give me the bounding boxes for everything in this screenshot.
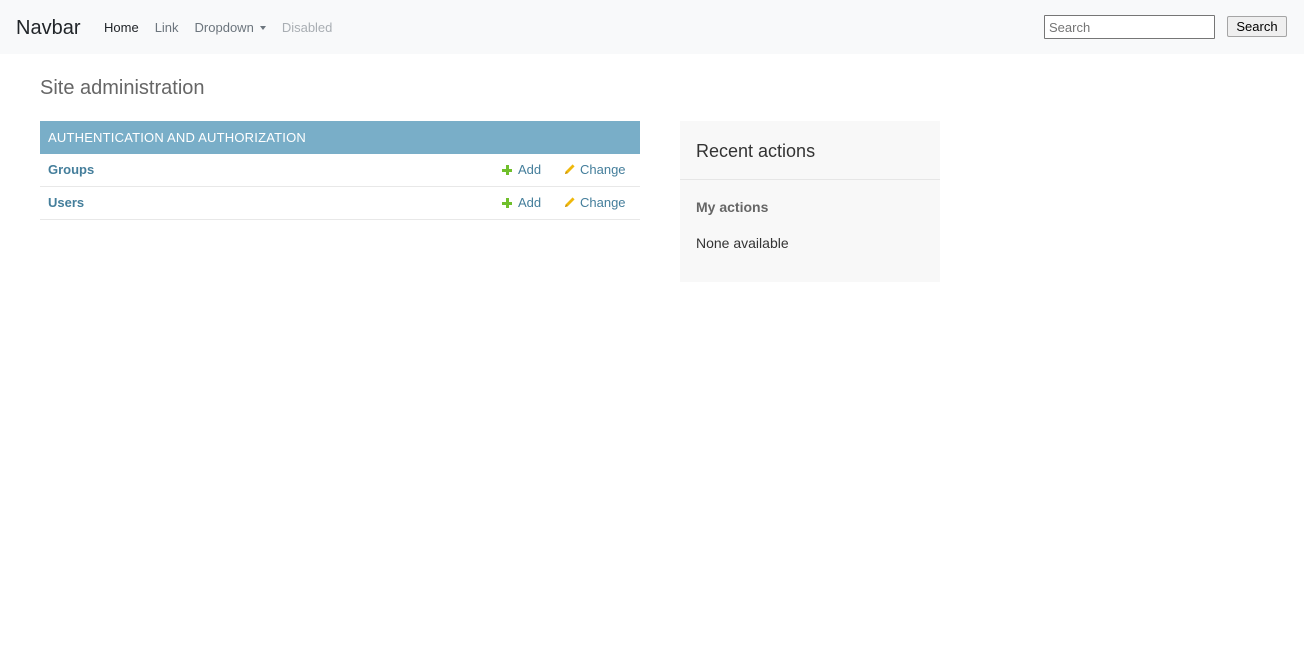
nav-links: Home Link Dropdown Disabled [104, 19, 348, 37]
nav-dropdown-label: Dropdown [194, 20, 254, 35]
change-users-link[interactable]: Change [564, 195, 626, 211]
pencil-icon [565, 197, 575, 207]
change-label: Change [580, 162, 626, 177]
nav-link-home[interactable]: Home [104, 19, 139, 37]
model-row-users: Users Add Change [40, 187, 640, 220]
add-label: Add [518, 162, 542, 177]
navbar-brand[interactable]: Navbar [16, 15, 80, 41]
model-row-groups: Groups Add Change [40, 154, 640, 187]
none-available-text: None available [696, 235, 789, 251]
nav-dropdown-toggle[interactable]: Dropdown [195, 19, 266, 37]
add-label: Add [518, 195, 542, 210]
change-label: Change [580, 195, 626, 210]
app-module-auth: Authentication and Authorization Groups … [40, 121, 640, 220]
recent-actions-divider [680, 179, 940, 180]
plus-icon [502, 198, 512, 208]
change-groups-link[interactable]: Change [564, 162, 626, 178]
plus-icon [502, 165, 512, 175]
nav-link-link[interactable]: Link [155, 19, 179, 37]
recent-actions-panel: Recent actions My actions None available [680, 121, 940, 282]
pencil-icon [565, 164, 575, 174]
recent-actions-title: Recent actions [696, 141, 816, 161]
add-groups-link[interactable]: Add [502, 162, 541, 178]
search-input[interactable] [1044, 15, 1215, 39]
my-actions-heading: My actions [696, 199, 769, 215]
model-link-groups[interactable]: Groups [48, 162, 94, 178]
model-link-users[interactable]: Users [48, 195, 84, 211]
module-caption-link[interactable]: Authentication and Authorization [40, 121, 640, 154]
search-button[interactable]: Search [1227, 16, 1287, 37]
top-navbar: Navbar Home Link Dropdown Disabled Searc… [0, 0, 1304, 54]
page-title: Site administration [40, 77, 205, 99]
nav-link-disabled: Disabled [281, 20, 333, 35]
add-users-link[interactable]: Add [502, 195, 541, 211]
caret-down-icon [259, 25, 266, 30]
